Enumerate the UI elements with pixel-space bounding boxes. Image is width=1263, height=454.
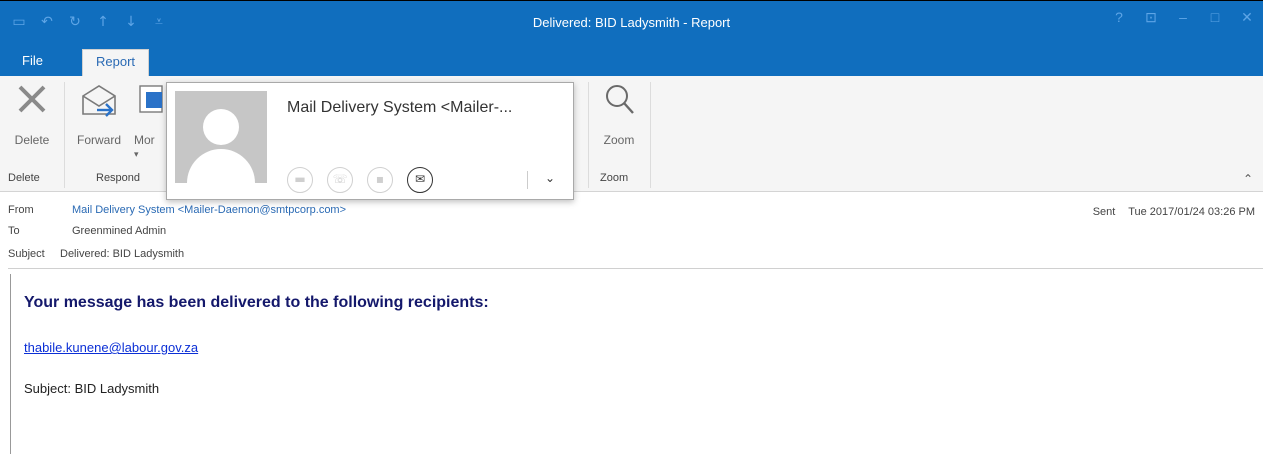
video-icon[interactable]: ▪: [367, 167, 393, 193]
group-label-delete: Delete: [8, 172, 40, 184]
window-controls: ? ⊡ – □ ✕: [1103, 9, 1263, 26]
avatar-body-shape: [187, 149, 255, 183]
meeting-icon: [139, 85, 163, 113]
message-header: From Mail Delivery System <Mailer-Daemon…: [0, 196, 1263, 266]
title-bar: ▭ ↶ ↻ ↑ ↓ ⩡ Delivered: BID Ladysmith - R…: [0, 0, 1263, 46]
body-subject: Subject: BID Ladysmith: [24, 381, 160, 396]
forward-label: Forward: [76, 133, 121, 147]
sent-value: Tue 2017/01/24 03:26 PM: [1128, 206, 1255, 218]
more-label: Mor: [134, 133, 155, 147]
contact-card: Mail Delivery System <Mailer-... ▬ ☏ ▪ ✉…: [166, 82, 574, 200]
forward-button[interactable]: Forward: [68, 82, 130, 147]
close-icon[interactable]: ✕: [1231, 9, 1263, 26]
sent-info: Sent Tue 2017/01/24 03:26 PM: [1093, 206, 1255, 218]
zoom-icon: [606, 85, 634, 114]
delivery-heading: Your message has been delivered to the f…: [24, 294, 489, 311]
to-row: To Greenmined Admin: [8, 225, 166, 237]
zoom-button[interactable]: Zoom: [596, 82, 642, 147]
group-divider: [64, 82, 65, 188]
group-divider: [650, 82, 651, 188]
from-row: From Mail Delivery System <Mailer-Daemon…: [8, 204, 346, 216]
ribbon-display-icon[interactable]: ⊡: [1135, 9, 1167, 26]
subject-value: Delivered: BID Ladysmith: [60, 248, 185, 260]
avatar: [175, 91, 267, 183]
delete-label: Delete: [14, 133, 50, 147]
call-icon[interactable]: ☏: [327, 167, 353, 193]
card-divider: [527, 171, 528, 189]
chat-icon[interactable]: ▬: [287, 167, 313, 193]
minimize-icon[interactable]: –: [1167, 9, 1199, 26]
recipient-link[interactable]: thabile.kunene@labour.gov.za: [24, 340, 198, 355]
expand-card-icon[interactable]: ⌄: [545, 171, 555, 185]
contact-name: Mail Delivery System <Mailer-...: [287, 99, 513, 116]
contact-actions: ▬ ☏ ▪ ✉: [287, 167, 433, 193]
more-respond-button[interactable]: Mor ▾: [134, 82, 164, 160]
header-divider: [8, 268, 1263, 269]
forward-icon: [82, 85, 116, 117]
email-icon[interactable]: ✉: [407, 167, 433, 193]
tab-file[interactable]: File: [10, 49, 55, 76]
subject-row: Subject Delivered: BID Ladysmith: [8, 248, 184, 260]
ribbon-tabs: File Report: [0, 46, 1263, 76]
window-title: Delivered: BID Ladysmith - Report: [532, 15, 731, 30]
subject-key: Subject: [8, 248, 45, 260]
avatar-head-shape: [203, 109, 239, 145]
delete-button[interactable]: Delete: [8, 82, 56, 147]
help-icon[interactable]: ?: [1103, 9, 1135, 26]
to-value[interactable]: Greenmined Admin: [72, 225, 166, 237]
from-value[interactable]: Mail Delivery System <Mailer-Daemon@smtp…: [72, 204, 346, 216]
zoom-label: Zoom: [603, 133, 635, 147]
delete-icon: [18, 85, 46, 113]
maximize-icon[interactable]: □: [1199, 9, 1231, 26]
tab-report[interactable]: Report: [82, 49, 150, 76]
collapse-ribbon-icon[interactable]: ⌃: [1243, 172, 1253, 186]
group-divider: [588, 82, 589, 188]
group-label-zoom: Zoom: [600, 172, 629, 184]
group-label-respond: Respond: [96, 172, 141, 184]
to-key: To: [8, 225, 20, 237]
from-key: From: [8, 204, 34, 216]
sent-key: Sent: [1092, 206, 1116, 218]
more-dropdown-icon: ▾: [134, 149, 139, 159]
